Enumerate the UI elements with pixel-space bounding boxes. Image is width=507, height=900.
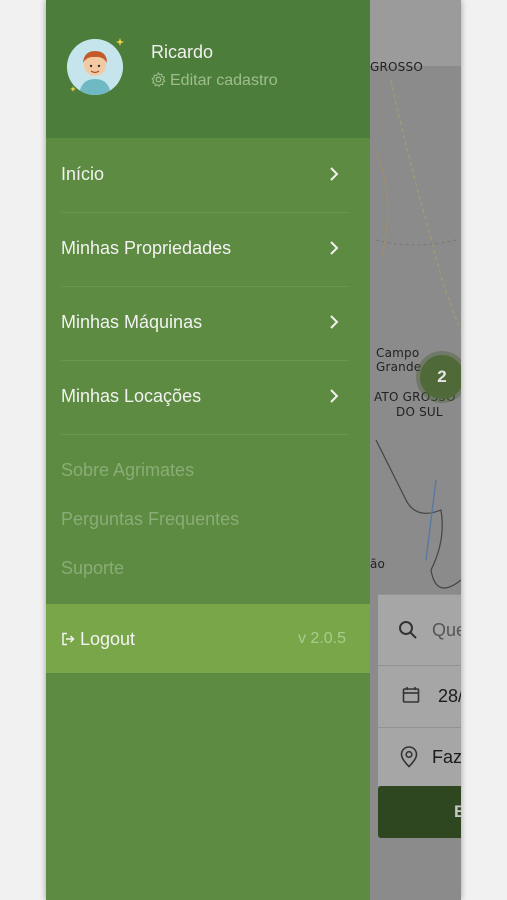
nav-item-label: Início [61, 164, 105, 184]
search-button-label: B [454, 802, 461, 821]
logout-label-wrap: Logout [61, 629, 135, 650]
date-value: 28/ [438, 686, 461, 706]
nav-item-maquinas[interactable]: Minhas Máquinas [61, 286, 349, 361]
chevron-right-icon [330, 241, 339, 255]
logout-label: Logout [80, 629, 136, 649]
nav-item-label: Minhas Máquinas [61, 312, 203, 332]
date-field[interactable]: 28/ [378, 665, 461, 727]
search-button[interactable]: B [378, 786, 461, 838]
nav-item-label: Minhas Propriedades [61, 238, 232, 258]
chevron-right-icon [330, 389, 339, 403]
about-link[interactable]: Sobre Agrimates [61, 460, 194, 481]
map-label: GROSSO [370, 60, 423, 74]
map-header [370, 0, 461, 66]
gear-icon [151, 71, 166, 88]
app-version: v 2.0.5 [297, 630, 346, 647]
nav-item-propriedades[interactable]: Minhas Propriedades [61, 212, 349, 287]
nav-item-inicio[interactable]: Início [61, 138, 349, 213]
calendar-icon [402, 687, 420, 703]
user-name: Ricardo [151, 42, 214, 62]
map-cluster-marker[interactable]: 2 [420, 355, 461, 399]
search-field[interactable]: Que [378, 594, 461, 665]
map-label-state-2: DO SUL [396, 405, 443, 419]
chevron-right-icon [330, 315, 339, 329]
sparkle-icon [116, 38, 124, 46]
location-pin-icon [400, 746, 418, 768]
nav-item-label: Minhas Locações [61, 386, 202, 406]
faq-link[interactable]: Perguntas Frequentes [61, 509, 239, 530]
edit-profile-link[interactable]: Editar cadastro [151, 71, 278, 90]
logout-button[interactable]: Logout v 2.0.5 [46, 604, 370, 673]
logout-icon [62, 632, 75, 646]
location-field[interactable]: Faz [378, 727, 461, 786]
sparkle-icon-small [70, 86, 76, 92]
edit-profile-label: Editar cadastro [170, 72, 278, 89]
search-placeholder: Que [432, 620, 461, 640]
nav-item-locacoes[interactable]: Minhas Locações [61, 360, 349, 435]
location-value: Faz [432, 747, 461, 767]
navigation-drawer: Ricardo Editar cadastro Início Minhas Pr… [46, 0, 370, 900]
search-icon [399, 621, 417, 639]
profile-header: Ricardo Editar cadastro [46, 0, 370, 138]
support-link[interactable]: Suporte [61, 558, 124, 579]
map-label-partial: ão [370, 557, 386, 571]
app-screen: GROSSO Campo Grande ATO GROSSO DO SUL ão… [46, 0, 461, 900]
chevron-right-icon [330, 167, 339, 181]
